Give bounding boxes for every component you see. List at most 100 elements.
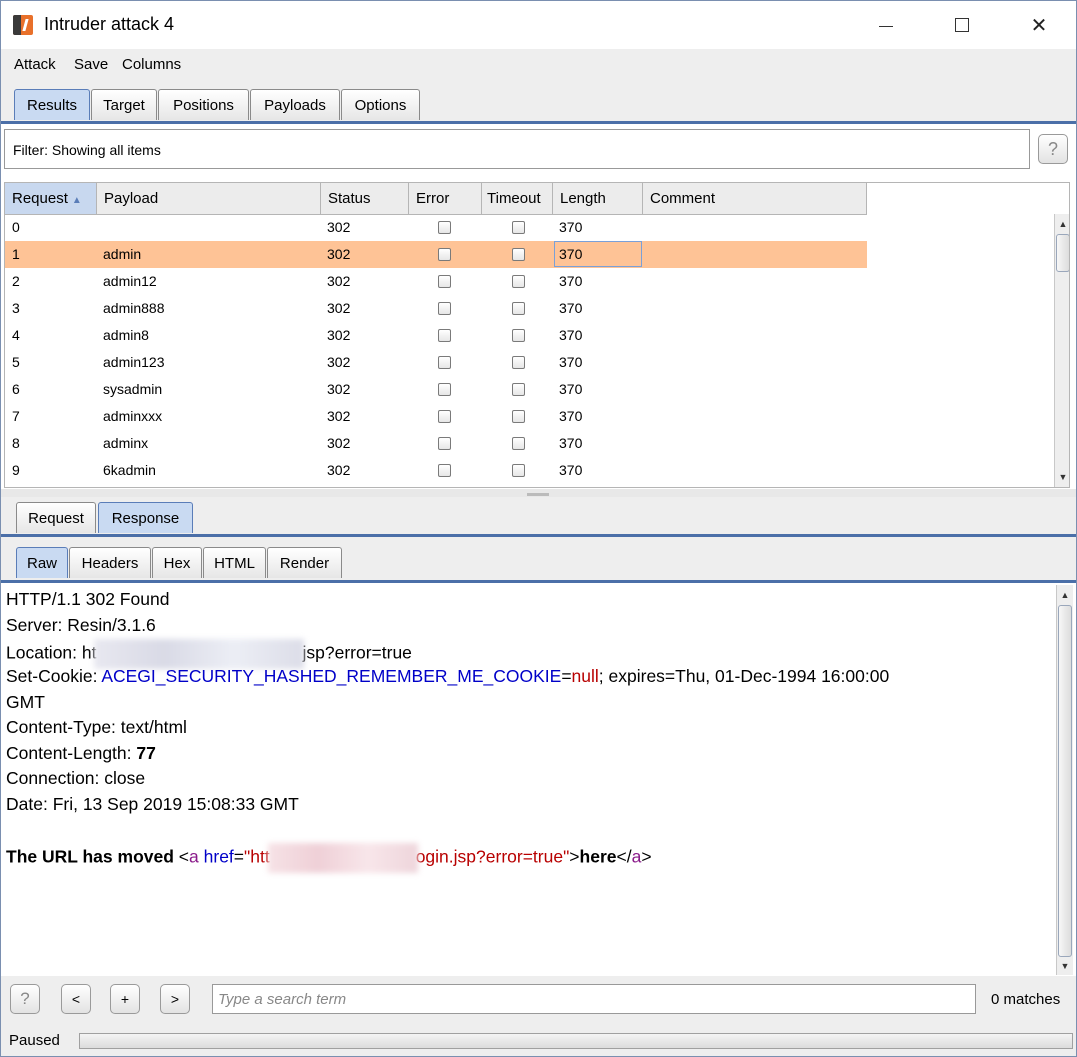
cell-status: 302 — [327, 300, 351, 316]
tab-render[interactable]: Render — [267, 547, 342, 578]
cell-status: 302 — [327, 435, 351, 451]
timeout-checkbox[interactable] — [512, 275, 525, 288]
table-row[interactable]: 4 admin8 302 370 — [5, 322, 867, 349]
cell-length: 370 — [559, 408, 583, 424]
cell-request: 3 — [12, 300, 20, 316]
cell-status: 302 — [327, 219, 351, 235]
scroll-up-icon[interactable]: ▲ — [1055, 216, 1069, 232]
timeout-checkbox[interactable] — [512, 248, 525, 261]
table-row[interactable]: 9 6kadmin 302 370 — [5, 457, 867, 484]
search-help-button[interactable]: ? — [10, 984, 40, 1014]
scroll-thumb[interactable] — [1056, 234, 1069, 272]
column-timeout[interactable]: Timeout — [482, 183, 553, 214]
search-input[interactable] — [212, 984, 976, 1014]
cell-status: 302 — [327, 273, 351, 289]
timeout-checkbox[interactable] — [512, 410, 525, 423]
tab-response[interactable]: Response — [98, 502, 193, 533]
error-checkbox[interactable] — [438, 410, 451, 423]
timeout-checkbox[interactable] — [512, 464, 525, 477]
results-table: Request ▲ Payload Status Error Timeout Le… — [4, 182, 1070, 488]
timeout-checkbox[interactable] — [512, 329, 525, 342]
response-raw-view[interactable]: HTTP/1.1 302 Found Server: Resin/3.1.6 L… — [1, 585, 1055, 975]
table-row[interactable]: 3 admin888 302 370 — [5, 295, 867, 322]
column-status[interactable]: Status — [321, 183, 409, 214]
error-checkbox[interactable] — [438, 383, 451, 396]
window-title: Intruder attack 4 — [44, 14, 175, 34]
column-payload[interactable]: Payload — [97, 183, 321, 214]
error-checkbox[interactable] — [438, 275, 451, 288]
previous-match-button[interactable]: < — [61, 984, 91, 1014]
pane-splitter[interactable] — [1, 489, 1076, 497]
table-row[interactable]: 2 admin12 302 370 — [5, 268, 867, 295]
error-checkbox[interactable] — [438, 437, 451, 450]
timeout-checkbox[interactable] — [512, 437, 525, 450]
tab-positions[interactable]: Positions — [158, 89, 249, 120]
cell-payload: admin123 — [103, 354, 165, 370]
cell-request: 9 — [12, 462, 20, 478]
cell-length: 370 — [559, 300, 583, 316]
close-button[interactable]: ✕ — [1016, 1, 1062, 49]
sort-ascending-icon: ▲ — [71, 195, 82, 206]
table-scrollbar[interactable]: ▲ ▼ — [1054, 214, 1069, 487]
table-row[interactable]: 5 admin123 302 370 — [5, 349, 867, 376]
error-checkbox[interactable] — [438, 329, 451, 342]
intruder-window: Intruder attack 4 ✕ Attack Save Columns … — [0, 0, 1077, 1057]
cell-payload: admin8 — [103, 327, 149, 343]
match-count: 0 matches — [991, 991, 1061, 1008]
scroll-down-icon[interactable]: ▼ — [1055, 469, 1069, 485]
timeout-checkbox[interactable] — [512, 383, 525, 396]
tab-html[interactable]: HTML — [203, 547, 266, 578]
menu-save[interactable]: Save — [74, 56, 108, 73]
column-request[interactable]: Request ▲ — [5, 183, 97, 214]
filter-bar[interactable]: Filter: Showing all items — [4, 129, 1030, 169]
filter-text: Filter: Showing all items — [13, 142, 161, 158]
cell-status: 302 — [327, 354, 351, 370]
minimize-button[interactable] — [863, 1, 909, 49]
menu-columns[interactable]: Columns — [122, 56, 181, 73]
response-status-line: HTTP/1.1 302 Found — [6, 589, 170, 609]
add-button[interactable]: + — [110, 984, 140, 1014]
redacted-blur — [267, 843, 418, 873]
tab-options[interactable]: Options — [341, 89, 420, 120]
table-row[interactable]: 0 302 370 — [5, 214, 867, 241]
scroll-thumb[interactable] — [1058, 605, 1072, 957]
timeout-checkbox[interactable] — [512, 356, 525, 369]
cell-payload: admin888 — [103, 300, 165, 316]
error-checkbox[interactable] — [438, 302, 451, 315]
chevron-left-icon: < — [71, 991, 81, 1007]
scroll-down-icon[interactable]: ▼ — [1057, 958, 1073, 974]
maximize-button[interactable] — [939, 1, 985, 49]
menu-attack[interactable]: Attack — [14, 56, 56, 73]
error-checkbox[interactable] — [438, 248, 451, 261]
table-row[interactable]: 7 adminxxx 302 370 — [5, 403, 867, 430]
tab-target[interactable]: Target — [91, 89, 157, 120]
cell-request: 8 — [12, 435, 20, 451]
tab-hex[interactable]: Hex — [152, 547, 202, 578]
tab-results[interactable]: Results — [14, 89, 90, 120]
view-tab-underline — [1, 580, 1076, 583]
tab-headers[interactable]: Headers — [69, 547, 151, 578]
next-match-button[interactable]: > — [160, 984, 190, 1014]
error-checkbox[interactable] — [438, 356, 451, 369]
tab-payloads[interactable]: Payloads — [250, 89, 340, 120]
cell-payload: adminx — [103, 435, 149, 451]
scroll-up-icon[interactable]: ▲ — [1057, 587, 1073, 603]
column-comment[interactable]: Comment — [643, 183, 867, 214]
column-length[interactable]: Length — [553, 183, 643, 214]
timeout-checkbox[interactable] — [512, 221, 525, 234]
tab-request[interactable]: Request — [16, 502, 96, 533]
filter-help-button[interactable]: ? — [1038, 134, 1068, 164]
cell-request: 4 — [12, 327, 20, 343]
column-error[interactable]: Error — [409, 183, 482, 214]
splitter-grip[interactable] — [527, 493, 549, 496]
tab-raw[interactable]: Raw — [16, 547, 68, 578]
table-row[interactable]: 8 adminx 302 370 — [5, 430, 867, 457]
cell-request: 1 — [12, 246, 20, 262]
cell-payload: 6kadmin — [103, 462, 156, 478]
timeout-checkbox[interactable] — [512, 302, 525, 315]
response-scrollbar[interactable]: ▲ ▼ — [1056, 585, 1073, 975]
table-row[interactable]: 6 sysadmin 302 370 — [5, 376, 867, 403]
table-row[interactable]: 1 admin 302 370 — [5, 241, 867, 268]
error-checkbox[interactable] — [438, 221, 451, 234]
error-checkbox[interactable] — [438, 464, 451, 477]
